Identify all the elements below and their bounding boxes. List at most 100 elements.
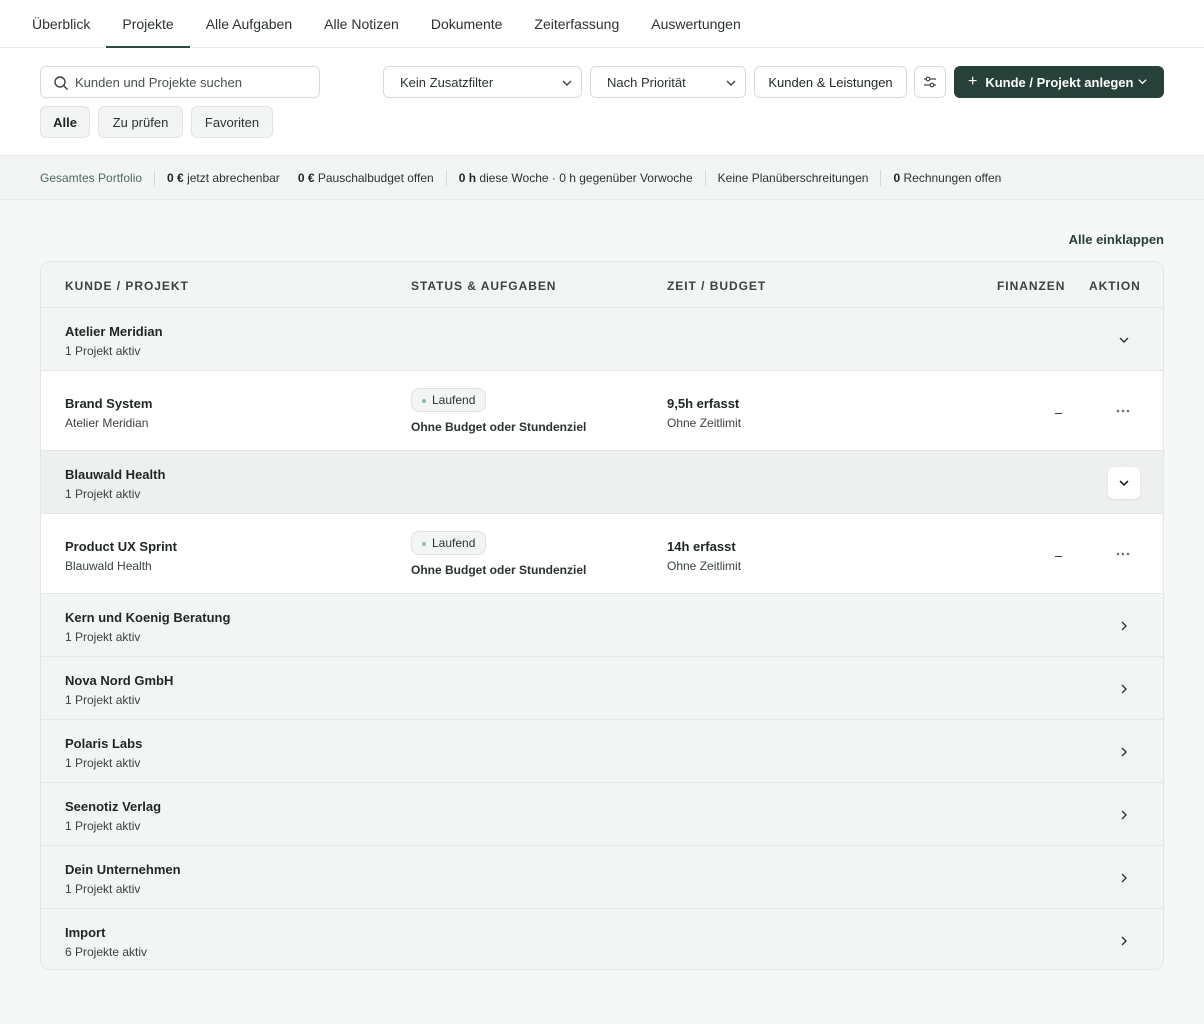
- sliders-icon: [924, 76, 936, 88]
- chevron-down-icon: [562, 80, 572, 86]
- expand-toggle[interactable]: [1108, 736, 1140, 768]
- client-project-count: 1 Projekt aktiv: [65, 693, 141, 707]
- time-logged: 9,5h erfasst: [667, 396, 740, 411]
- client-row-atelier-meridian[interactable]: Atelier Meridian 1 Projekt aktiv: [41, 308, 1163, 371]
- summary-flat-label: Pauschalbudget offen: [317, 170, 434, 185]
- collapse-toggle[interactable]: [1108, 467, 1140, 499]
- projects-table: KUNDE / PROJEKT STATUS & AUFGABEN ZEIT /…: [40, 261, 1164, 970]
- summary-week: 0 h diese Woche · 0 h gegenüber Vorwoche: [459, 171, 693, 185]
- project-name: Brand System: [65, 396, 153, 411]
- summary-billable-value: 0 €: [167, 170, 184, 185]
- chevron-right-icon: [1121, 621, 1127, 631]
- table-header: KUNDE / PROJEKT STATUS & AUFGABEN ZEIT /…: [41, 262, 1163, 308]
- client-name: Polaris Labs: [65, 736, 143, 751]
- client-project-count: 1 Projekt aktiv: [65, 756, 141, 770]
- client-row-polaris-labs[interactable]: Polaris Labs 1 Projekt aktiv: [41, 720, 1163, 783]
- client-row-dein-unternehmen[interactable]: Dein Unternehmen 1 Projekt aktiv: [41, 846, 1163, 909]
- summary-week-label: diese Woche · 0 h gegenüber Vorwoche: [479, 170, 693, 185]
- summary-flat-budget: 0 € Pauschalbudget offen: [298, 171, 434, 185]
- expand-toggle[interactable]: [1108, 799, 1140, 831]
- client-row-blauwald-health[interactable]: Blauwald Health 1 Projekt aktiv: [41, 451, 1163, 514]
- filter-select[interactable]: Kein Zusatzfilter: [383, 66, 582, 98]
- project-row-product-ux-sprint[interactable]: Product UX Sprint Blauwald Health Laufen…: [41, 514, 1163, 594]
- summary-invoices: 0 Rechnungen offen: [893, 171, 1001, 185]
- project-row-brand-system[interactable]: Brand System Atelier Meridian Laufend Oh…: [41, 371, 1163, 451]
- summary-overruns: Keine Planüberschreitungen: [717, 170, 869, 185]
- chevron-right-icon: [1121, 810, 1127, 820]
- client-project-count: 1 Projekt aktiv: [65, 344, 141, 358]
- divider: [154, 169, 156, 186]
- status-badge: Laufend: [411, 531, 487, 555]
- collapse-toggle[interactable]: [1108, 324, 1140, 356]
- divider: [704, 169, 706, 186]
- tab-ueberblick[interactable]: Überblick: [16, 0, 106, 47]
- chevron-down-icon: [1138, 79, 1147, 85]
- expand-toggle[interactable]: [1108, 925, 1140, 957]
- chevron-down-icon: [1119, 337, 1129, 343]
- client-row-import[interactable]: Import 6 Projekte aktiv: [41, 909, 1163, 969]
- chevron-right-icon: [1121, 684, 1127, 694]
- chevron-right-icon: [1121, 873, 1127, 883]
- summary-invoices-value: 0: [893, 170, 901, 185]
- client-name: Dein Unternehmen: [65, 862, 181, 877]
- client-name: Nova Nord GmbH: [65, 673, 174, 688]
- create-client-project-button[interactable]: + Kunde / Projekt anlegen: [954, 66, 1164, 98]
- time-logged: 14h erfasst: [667, 539, 736, 554]
- top-navigation: Überblick Projekte Alle Aufgaben Alle No…: [0, 0, 1204, 48]
- client-row-seenotiz-verlag[interactable]: Seenotiz Verlag 1 Projekt aktiv: [41, 783, 1163, 846]
- summary-flat-value: 0 €: [297, 170, 315, 185]
- tab-zeiterfassung[interactable]: Zeiterfassung: [518, 0, 635, 47]
- client-project-count: 6 Projekte aktiv: [65, 945, 148, 959]
- client-project-count: 1 Projekt aktiv: [65, 819, 141, 833]
- status-badge: Laufend: [411, 388, 487, 412]
- chip-zu-pruefen[interactable]: Zu prüfen: [98, 106, 183, 138]
- more-options-icon[interactable]: [1113, 544, 1133, 564]
- chevron-right-icon: [1121, 747, 1127, 757]
- tab-projekte[interactable]: Projekte: [106, 0, 191, 48]
- tab-alle-notizen[interactable]: Alle Notizen: [308, 0, 415, 47]
- client-name: Seenotiz Verlag: [65, 799, 162, 814]
- chevron-down-icon: [726, 80, 736, 86]
- expand-toggle[interactable]: [1108, 862, 1140, 894]
- chip-favoriten[interactable]: Favoriten: [191, 106, 273, 138]
- filter-settings-button[interactable]: [914, 66, 946, 98]
- collapse-all-link[interactable]: Alle einklappen: [1069, 232, 1164, 247]
- tab-dokumente[interactable]: Dokumente: [415, 0, 519, 47]
- client-project-count: 1 Projekt aktiv: [65, 487, 141, 501]
- budget-note: Ohne Budget oder Stundenziel: [411, 563, 587, 577]
- clients-services-label: Kunden & Leistungen: [768, 74, 893, 90]
- tab-auswertungen[interactable]: Auswertungen: [635, 0, 757, 47]
- expand-toggle[interactable]: [1108, 673, 1140, 705]
- client-project-count: 1 Projekt aktiv: [65, 630, 141, 644]
- client-name: Kern und Koenig Beratung: [65, 610, 231, 625]
- search-box[interactable]: [40, 66, 320, 98]
- client-row-nova-nord[interactable]: Nova Nord GmbH 1 Projekt aktiv: [41, 657, 1163, 720]
- chevron-down-icon: [1119, 480, 1129, 487]
- search-input[interactable]: [75, 74, 319, 90]
- budget-note: Ohne Budget oder Stundenziel: [411, 420, 587, 434]
- header-client-project: KUNDE / PROJEKT: [65, 279, 189, 293]
- summary-lead: Gesamtes Portfolio: [40, 170, 143, 185]
- tab-alle-aufgaben[interactable]: Alle Aufgaben: [190, 0, 308, 47]
- portfolio-summary: Gesamtes Portfolio 0 € jetzt abrechenbar…: [0, 156, 1204, 200]
- header-action: AKTION: [1089, 279, 1141, 293]
- client-name: Atelier Meridian: [65, 324, 163, 339]
- search-icon: [54, 76, 68, 90]
- time-limit: Ohne Zeitlimit: [667, 416, 742, 430]
- project-client: Atelier Meridian: [65, 416, 149, 430]
- client-project-count: 1 Projekt aktiv: [65, 882, 141, 896]
- sort-select[interactable]: Nach Priorität: [590, 66, 746, 98]
- header-time: ZEIT / BUDGET: [667, 279, 767, 293]
- plus-icon: +: [968, 73, 978, 90]
- chip-alle[interactable]: Alle: [40, 106, 90, 138]
- more-options-icon[interactable]: [1113, 401, 1133, 421]
- summary-invoices-label: Rechnungen offen: [903, 170, 1002, 185]
- create-client-project-label: Kunde / Projekt anlegen: [985, 74, 1134, 90]
- expand-toggle[interactable]: [1108, 610, 1140, 642]
- project-name: Product UX Sprint: [65, 539, 177, 554]
- client-row-kern-und-koenig[interactable]: Kern und Koenig Beratung 1 Projekt aktiv: [41, 594, 1163, 657]
- chevron-right-icon: [1121, 936, 1127, 946]
- clients-services-button[interactable]: Kunden & Leistungen: [754, 66, 907, 98]
- toolbar: Kein Zusatzfilter Nach Priorität Kunden …: [0, 48, 1204, 156]
- summary-billable-label: jetzt abrechenbar: [187, 170, 280, 185]
